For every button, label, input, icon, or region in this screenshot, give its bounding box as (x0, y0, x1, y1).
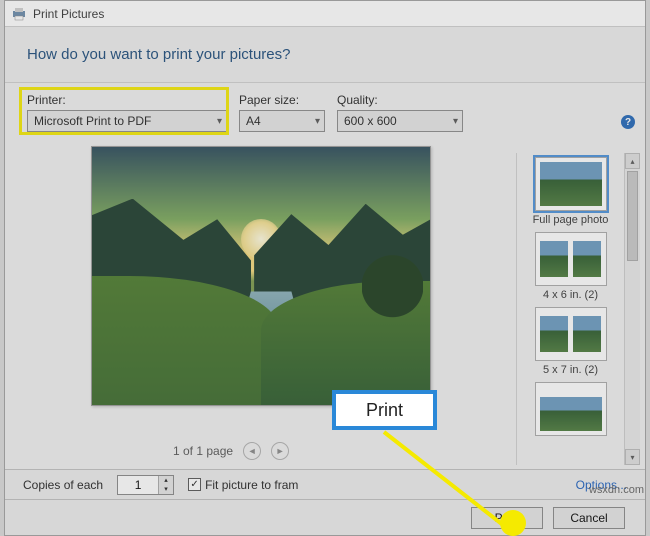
header-band: How do you want to print your pictures? (5, 27, 645, 83)
copies-label: Copies of each (23, 478, 103, 492)
printer-select[interactable]: Microsoft Print to PDF ▾ (27, 110, 227, 132)
chevron-down-icon: ▾ (315, 116, 320, 127)
chevron-down-icon: ▾ (453, 116, 458, 127)
pager: 1 of 1 page ◄ ► (173, 442, 289, 460)
checkbox-icon: ✓ (188, 478, 201, 491)
scroll-down-button[interactable]: ▾ (625, 449, 640, 465)
header-question: How do you want to print your pictures? (27, 46, 290, 63)
copies-increment[interactable]: ▴ (159, 476, 173, 485)
watermark: wsxdn.com (589, 484, 644, 496)
window-title: Print Pictures (33, 7, 104, 21)
printer-field: Printer: Microsoft Print to PDF ▾ (27, 93, 227, 132)
copies-decrement[interactable]: ▾ (159, 485, 173, 494)
quality-label: Quality: (337, 93, 463, 107)
quality-select[interactable]: 600 x 600 ▾ (337, 110, 463, 132)
layouts-pane: Full page photo 4 x 6 in. (2) 5 x 7 in. … (516, 153, 640, 465)
fit-picture-label: Fit picture to fram (205, 478, 298, 492)
printer-value: Microsoft Print to PDF (34, 114, 151, 128)
dialog-buttons: Print Cancel (5, 499, 645, 535)
paper-size-value: A4 (246, 114, 261, 128)
copies-spinner[interactable]: ▴ ▾ (117, 475, 174, 495)
scroll-up-button[interactable]: ▴ (625, 153, 640, 169)
layout-thumb (535, 157, 607, 211)
layout-label: Full page photo (533, 214, 609, 226)
printer-icon (11, 7, 27, 21)
layout-label: 5 x 7 in. (2) (543, 364, 598, 376)
prev-page-button[interactable]: ◄ (243, 442, 261, 460)
scroll-track[interactable] (625, 169, 640, 449)
quality-value: 600 x 600 (344, 114, 397, 128)
paper-size-select[interactable]: A4 ▾ (239, 110, 325, 132)
paper-size-label: Paper size: (239, 93, 325, 107)
next-page-button[interactable]: ► (271, 442, 289, 460)
paper-size-field: Paper size: A4 ▾ (239, 93, 325, 132)
layouts-scrollbar[interactable]: ▴ ▾ (624, 153, 640, 465)
quality-field: Quality: 600 x 600 ▾ (337, 93, 463, 132)
preview-pane: 1 of 1 page ◄ ► (23, 142, 523, 472)
layout-thumb (535, 382, 607, 436)
settings-row: Printer: Microsoft Print to PDF ▾ Paper … (5, 83, 645, 136)
layout-item-partial[interactable] (521, 382, 620, 439)
preview-image (91, 146, 431, 406)
titlebar: Print Pictures (5, 1, 645, 27)
chevron-down-icon: ▾ (217, 116, 222, 127)
options-bar: Copies of each ▴ ▾ ✓ Fit picture to fram… (5, 469, 645, 499)
printer-label: Printer: (27, 93, 227, 107)
copies-input[interactable] (118, 478, 158, 492)
fit-picture-checkbox[interactable]: ✓ Fit picture to fram (188, 478, 298, 492)
layout-thumb (535, 307, 607, 361)
layout-label: 4 x 6 in. (2) (543, 289, 598, 301)
layout-thumb (535, 232, 607, 286)
cancel-button[interactable]: Cancel (553, 507, 625, 529)
layout-item-5x7[interactable]: 5 x 7 in. (2) (521, 307, 620, 376)
callout-dot-annotation (500, 510, 526, 536)
scroll-thumb[interactable] (627, 171, 638, 261)
help-icon[interactable]: ? (621, 115, 635, 129)
layout-item-4x6[interactable]: 4 x 6 in. (2) (521, 232, 620, 301)
print-pictures-dialog: Print Pictures How do you want to print … (4, 0, 646, 536)
layout-item-full-page[interactable]: Full page photo (521, 157, 620, 226)
layouts-list: Full page photo 4 x 6 in. (2) 5 x 7 in. … (516, 153, 624, 465)
print-callout-annotation: Print (332, 390, 437, 430)
pager-text: 1 of 1 page (173, 444, 233, 458)
